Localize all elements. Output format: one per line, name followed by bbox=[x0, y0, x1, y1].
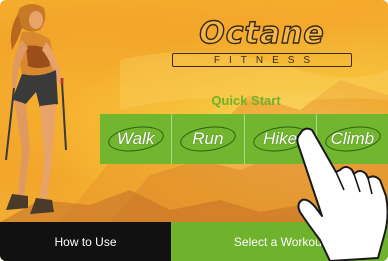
quick-start-run-button[interactable]: Run bbox=[172, 114, 245, 164]
brand-logo-subtitle: FITNESS bbox=[172, 53, 352, 67]
quick-start-run-label: Run bbox=[192, 129, 224, 148]
brand-logo-wordmark: Octane bbox=[199, 16, 325, 51]
how-to-use-button[interactable]: How to Use bbox=[0, 222, 171, 261]
hiker-photo bbox=[5, 4, 67, 214]
quick-start-walk-label: Walk bbox=[116, 129, 155, 148]
quick-start-walk-button[interactable]: Walk bbox=[100, 114, 173, 164]
hand-pointer-icon bbox=[296, 127, 388, 261]
console-screen: Octane FITNESS Quick Start Walk Run Hike… bbox=[0, 0, 388, 261]
quick-start-title: Quick Start bbox=[211, 93, 281, 108]
brand-logo: Octane FITNESS bbox=[160, 16, 360, 67]
